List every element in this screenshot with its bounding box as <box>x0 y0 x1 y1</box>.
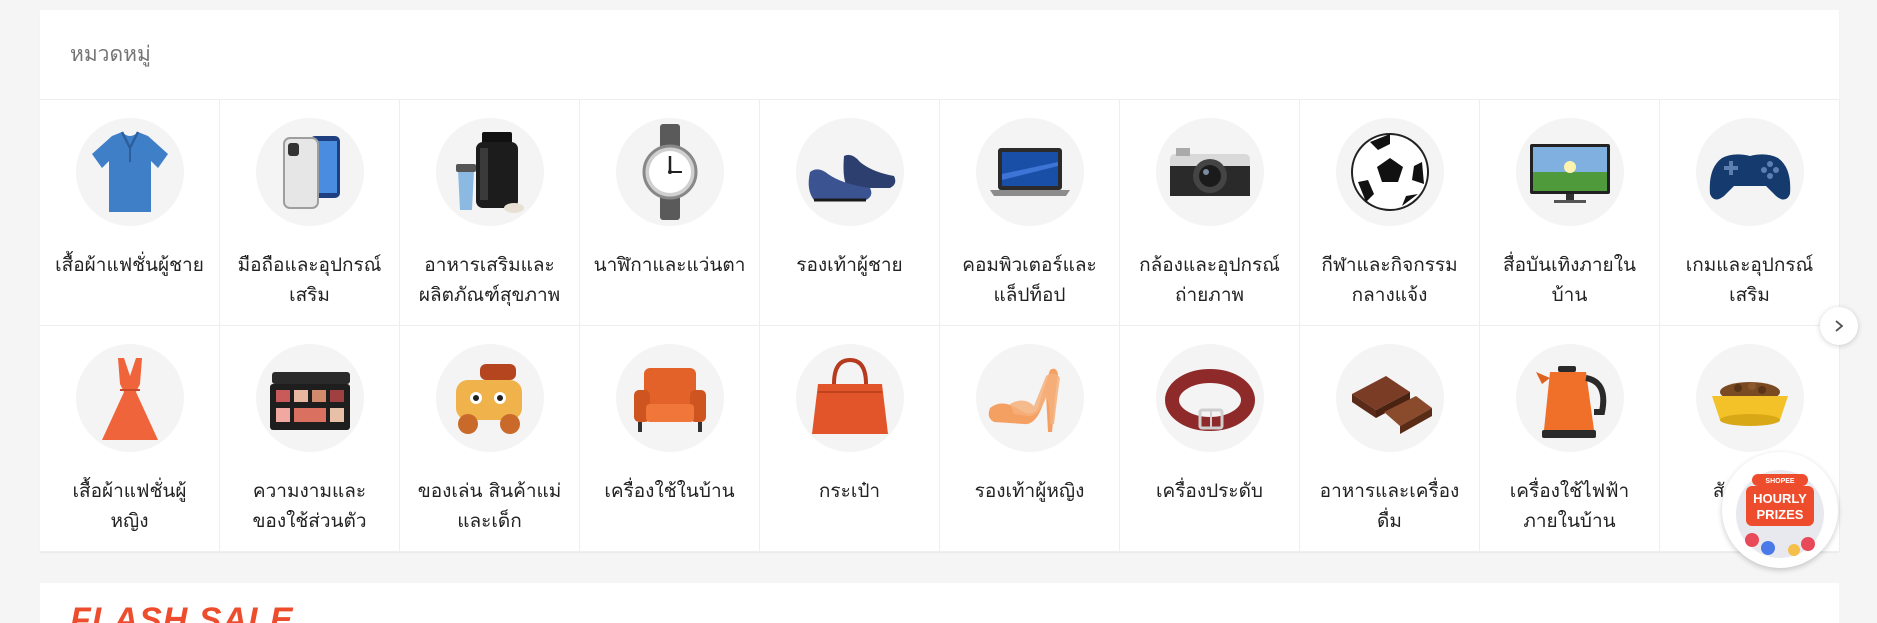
category-label: กล้องและอุปกรณ์ ถ่ายภาพ <box>1139 254 1280 306</box>
armchair-icon <box>633 368 706 432</box>
category-label: เสื้อผ้าแฟชั่นผู้ หญิง <box>72 480 187 532</box>
toy-train-icon <box>455 364 522 434</box>
category-label: รองเท้าผู้หญิง <box>974 480 1085 502</box>
section-title: หมวดหมู่ <box>70 42 151 66</box>
category-item-mens-clothes[interactable]: เสื้อผ้าแฟชั่นผู้ชาย <box>40 100 220 326</box>
category-label: ของเล่น สินค้าแม่ และเด็ก <box>417 480 562 532</box>
category-label: อาหารและเครื่อง ดื่ม <box>1319 480 1460 532</box>
category-label: ความงามและ ของใช้ส่วนตัว <box>252 480 367 532</box>
carousel-next-button[interactable] <box>1820 307 1858 345</box>
category-item-accessories[interactable]: เครื่องประดับ <box>1120 326 1300 552</box>
gamepad-icon <box>1709 154 1790 200</box>
handbag-icon <box>811 357 888 434</box>
category-item-mens-shoes[interactable]: รองเท้าผู้ชาย <box>760 100 940 326</box>
category-label: เครื่องใช้ไฟฟ้า ภายในบ้าน <box>1509 480 1630 532</box>
category-item-beauty[interactable]: ความงามและ ของใช้ส่วนตัว <box>220 326 400 552</box>
category-item-computers[interactable]: คอมพิวเตอร์และ แล็ปท็อป <box>940 100 1120 326</box>
flash-sale-section: FLASH SALE <box>40 583 1839 623</box>
category-label: สื่อบันเทิงภายใน บ้าน <box>1503 254 1636 306</box>
television-icon <box>1529 144 1610 203</box>
category-label: เสื้อผ้าแฟชั่นผู้ชาย <box>55 254 204 276</box>
category-label: เกมและอุปกรณ์ เสริม <box>1685 254 1814 306</box>
laptop-icon <box>989 148 1070 196</box>
category-item-womens-shoes[interactable]: รองเท้าผู้หญิง <box>940 326 1120 552</box>
category-label: เครื่องประดับ <box>1156 480 1263 502</box>
kettle-icon <box>1535 366 1606 438</box>
soccer-ball-icon <box>1350 133 1429 211</box>
camera-icon <box>1169 148 1250 196</box>
category-item-health[interactable]: อาหารเสริมและ ผลิตภัณฑ์สุขภาพ <box>400 100 580 326</box>
chevron-right-icon <box>1835 320 1844 332</box>
category-label: กีฬาและกิจกรรม กลางแจ้ง <box>1321 254 1458 306</box>
categories-header: หมวดหมู่ <box>40 10 1839 100</box>
category-item-cameras[interactable]: กล้องและอุปกรณ์ ถ่ายภาพ <box>1120 100 1300 326</box>
categories-section: หมวดหมู่ เสื้อผ้าแฟชั่นผู้ชาย มือถือและอ… <box>40 10 1840 552</box>
category-item-mobile[interactable]: มือถือและอุปกรณ์ เสริม <box>220 100 400 326</box>
category-label: กระเป๋า <box>818 480 881 502</box>
hourly-prizes-widget[interactable]: SHOPEE HOURLY PRIZES <box>1722 452 1838 568</box>
widget-line-1: HOURLY <box>1753 491 1807 506</box>
category-label: เครื่องใช้ในบ้าน <box>604 480 735 502</box>
category-label: รองเท้าผู้ชาย <box>796 254 903 276</box>
belt-icon <box>1164 369 1255 431</box>
pet-bowl-icon <box>1711 382 1788 426</box>
mens-shoe-icon <box>808 154 895 202</box>
prize-machine-icon: SHOPEE HOURLY PRIZES <box>1730 462 1830 562</box>
category-grid: เสื้อผ้าแฟชั่นผู้ชาย มือถือและอุปกรณ์ เส… <box>40 100 1840 552</box>
category-item-womens-clothes[interactable]: เสื้อผ้าแฟชั่นผู้ หญิง <box>40 326 220 552</box>
category-label: มือถือและอุปกรณ์ เสริม <box>237 254 382 306</box>
smartphone-icon <box>282 136 340 209</box>
dress-icon <box>101 358 158 440</box>
high-heel-icon <box>988 368 1060 432</box>
chocolate-icon <box>1351 376 1432 434</box>
category-item-sports[interactable]: กีฬาและกิจกรรม กลางแจ้ง <box>1300 100 1480 326</box>
category-item-bags[interactable]: กระเป๋า <box>760 326 940 552</box>
category-label: คอมพิวเตอร์และ แล็ปท็อป <box>962 254 1097 306</box>
category-label: นาฬิกาและแว่นตา <box>593 254 746 276</box>
widget-brand: SHOPEE <box>1765 478 1795 485</box>
supplement-jar-icon <box>455 132 524 213</box>
category-label: อาหารเสริมและ ผลิตภัณฑ์สุขภาพ <box>418 254 561 306</box>
polo-shirt-icon <box>91 131 168 212</box>
flash-sale-title: FLASH SALE <box>70 601 294 623</box>
widget-line-2: PRIZES <box>1757 507 1804 522</box>
category-item-watches[interactable]: นาฬิกาและแว่นตา <box>580 100 760 326</box>
category-item-toys[interactable]: ของเล่น สินค้าแม่ และเด็ก <box>400 326 580 552</box>
makeup-palette-icon <box>269 372 350 430</box>
category-item-home-entertainment[interactable]: สื่อบันเทิงภายใน บ้าน <box>1480 100 1660 326</box>
category-item-food-beverages[interactable]: อาหารและเครื่อง ดื่ม <box>1300 326 1480 552</box>
category-item-home-appliances[interactable]: เครื่องใช้ไฟฟ้า ภายในบ้าน <box>1480 326 1660 552</box>
wristwatch-icon <box>642 124 697 220</box>
category-item-home-living[interactable]: เครื่องใช้ในบ้าน <box>580 326 760 552</box>
category-item-games[interactable]: เกมและอุปกรณ์ เสริม <box>1660 100 1840 326</box>
